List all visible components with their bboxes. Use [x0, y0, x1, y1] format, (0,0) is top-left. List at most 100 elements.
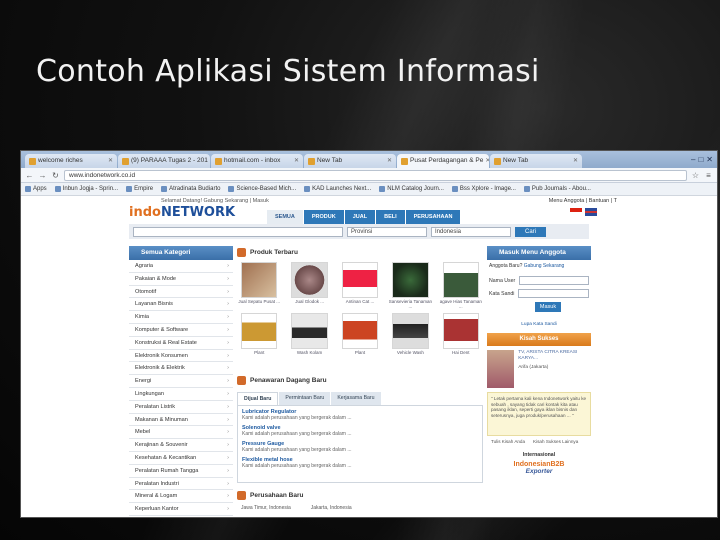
username-input[interactable] — [519, 276, 589, 285]
tab-dijual-baru[interactable]: Dijual Baru — [237, 392, 279, 405]
indonesian-b2b-logo[interactable]: IndonesianB2B — [487, 461, 591, 468]
category-item[interactable]: Otomotif › — [129, 286, 233, 299]
category-item[interactable]: Elektronik & Elektrik › — [129, 362, 233, 376]
category-item[interactable]: Peralatan Industri › — [129, 478, 233, 491]
category-item[interactable]: Kerajinan & Souvenir › — [129, 439, 233, 452]
bookmark-item[interactable]: Inbun Jogja - Sprin... — [54, 186, 118, 192]
close-icon[interactable]: ✕ — [387, 154, 392, 168]
story-company[interactable]: TV, ARISTA CITRA KREASI KARYA... — [518, 350, 591, 362]
browser-tab-active[interactable]: Pusat Perdagangan & Pe✕ — [397, 154, 489, 168]
member-menu-links[interactable]: Menu Anggota | Bantuan | T — [549, 198, 617, 204]
browser-tab[interactable]: hotmail.com - inbox ✕ — [211, 154, 303, 168]
category-item[interactable]: Makanan & Minuman › — [129, 414, 233, 427]
close-icon[interactable]: ✕ — [485, 154, 489, 168]
category-item[interactable]: Peralatan Listrik › — [129, 401, 233, 414]
bookmark-item[interactable]: Atradinata Budiarto — [161, 186, 220, 192]
browser-tab[interactable]: (9) PARAAA Tugas 2 - 201✕ — [118, 154, 210, 168]
close-window-icon[interactable]: ✕ — [706, 155, 713, 164]
list-item[interactable]: Lubricator Regulator Kami adalah perusaha… — [242, 409, 478, 421]
close-icon[interactable]: ✕ — [573, 154, 578, 168]
browser-tab[interactable]: New Tab ✕ — [304, 154, 396, 168]
product-card[interactable]: Jual Sepatu Pusat ... — [237, 262, 281, 309]
login-button[interactable]: Masuk — [535, 302, 561, 312]
menu-icon[interactable]: ≡ — [704, 171, 713, 180]
nav-tab-semua[interactable]: SEMUA — [267, 210, 303, 224]
bookmark-item[interactable]: Apps — [25, 186, 47, 192]
product-card[interactable]: Antinan Cat ... — [338, 262, 382, 309]
list-item[interactable]: Flexible metal hose Kami adalah perusahaa… — [242, 457, 478, 469]
join-link[interactable]: Gabung Sekarang — [524, 263, 565, 269]
product-thumbnail[interactable] — [392, 313, 429, 349]
password-input[interactable] — [518, 289, 589, 298]
bookmark-item[interactable]: Bss Xplore - Image... — [451, 186, 516, 192]
region-select[interactable]: Indonesia — [431, 226, 511, 237]
category-item[interactable]: Kesehatan & Kecantikan › — [129, 452, 233, 465]
uk-flag-icon[interactable] — [585, 208, 597, 216]
category-item[interactable]: Pakaian & Mode › — [129, 273, 233, 286]
welcome-text[interactable]: Selamat Datang! Gabung Sekarang | Masuk — [161, 198, 269, 204]
product-card[interactable]: Vehicle Wash — [388, 313, 432, 360]
product-thumbnail[interactable] — [392, 262, 429, 298]
category-item[interactable]: Kimia › — [129, 311, 233, 324]
back-icon[interactable]: ← — [25, 171, 34, 180]
category-item[interactable]: Energi › — [129, 375, 233, 388]
list-item[interactable]: Pressure Gauge Kami adalah perusahaan yan… — [242, 441, 478, 453]
category-item[interactable]: Mebel › — [129, 426, 233, 440]
story-photo[interactable] — [487, 350, 515, 388]
product-thumbnail[interactable] — [291, 262, 328, 298]
product-thumbnail[interactable] — [341, 262, 379, 298]
reload-icon[interactable]: ↻ — [51, 171, 60, 180]
search-input[interactable] — [133, 226, 343, 237]
browser-tab[interactable]: New Tab ✕ — [490, 154, 582, 168]
nav-tab-perusahaan[interactable]: PERUSAHAAN — [405, 210, 461, 224]
nav-tab-jual[interactable]: JUAL — [344, 210, 376, 224]
product-card[interactable]: Plant — [338, 313, 382, 360]
category-item[interactable]: Komputer & Software › — [129, 324, 233, 337]
browser-tab[interactable]: welcome riches ✕ — [25, 154, 117, 168]
product-thumbnail[interactable] — [341, 313, 379, 349]
category-item[interactable]: Lingkungan › — [129, 388, 233, 401]
forward-icon[interactable]: → — [38, 171, 47, 180]
tab-permintaan-baru[interactable]: Permintaan Baru — [279, 392, 331, 405]
bookmark-item[interactable]: Science-Based Mich... — [228, 186, 296, 192]
category-item[interactable]: Layanan Bisnis › — [129, 298, 233, 312]
product-thumbnail[interactable] — [291, 313, 328, 349]
product-thumbnail[interactable] — [442, 262, 479, 298]
product-card[interactable]: Hai Dent — [439, 313, 483, 360]
success-story[interactable]: TV, ARISTA CITRA KREASI KARYA... Arifa (… — [487, 350, 591, 388]
exporter-logo[interactable]: Exporter — [487, 468, 591, 475]
category-item[interactable]: Peralatan Rumah Tangga › — [129, 465, 233, 478]
bookmark-item[interactable]: Empire — [126, 186, 153, 192]
more-stories-link[interactable]: Kisah Sukses Lainnya — [533, 439, 578, 444]
product-card[interactable]: Plant — [237, 313, 281, 360]
category-item[interactable]: Elektronik Konsumen › — [129, 350, 233, 363]
nav-tab-produk[interactable]: PRODUK — [303, 210, 344, 224]
bookmark-item[interactable]: KAD Launches Next... — [304, 186, 371, 192]
list-item[interactable]: Solenoid valve Kami adalah perusahaan yan… — [242, 425, 478, 437]
category-item[interactable]: Konstruksi & Real Estate › — [129, 337, 233, 350]
close-icon[interactable]: ✕ — [108, 154, 113, 168]
close-icon[interactable]: ✕ — [294, 154, 299, 168]
search-button[interactable]: Cari — [515, 226, 547, 237]
province-select[interactable]: Provinsi — [347, 226, 427, 237]
url-field[interactable]: www.indonetwork.co.id — [64, 169, 687, 181]
forgot-password-link[interactable]: Lupa Kata Sandi — [487, 322, 591, 327]
maximize-icon[interactable]: □ — [698, 155, 703, 164]
product-thumbnail[interactable] — [241, 313, 278, 349]
write-story-link[interactable]: Tulis Kisah Anda — [491, 439, 525, 444]
product-card[interactable]: Wash Kolam — [287, 313, 331, 360]
product-card[interactable]: Sansevieria Tanaman ... — [388, 262, 432, 309]
product-thumbnail[interactable] — [442, 313, 479, 349]
category-item[interactable]: Mineral & Logam › — [129, 490, 233, 504]
minimize-icon[interactable]: – — [691, 155, 695, 164]
indonesia-flag-icon[interactable] — [570, 208, 582, 216]
category-item[interactable]: Agraria › — [129, 260, 233, 273]
star-icon[interactable]: ☆ — [691, 171, 700, 180]
product-thumbnail[interactable] — [241, 262, 278, 298]
nav-tab-beli[interactable]: BELI — [376, 210, 405, 224]
product-card[interactable]: agave Hias Tanaman ... — [439, 262, 483, 309]
category-item[interactable]: Keperluan Kantor › — [129, 503, 233, 516]
site-logo[interactable]: indoNETWORK — [129, 205, 235, 220]
tab-kerjasama-baru[interactable]: Kerjasama Baru — [331, 392, 381, 405]
bookmark-item[interactable]: NLM Catalog Journ... — [379, 186, 444, 192]
